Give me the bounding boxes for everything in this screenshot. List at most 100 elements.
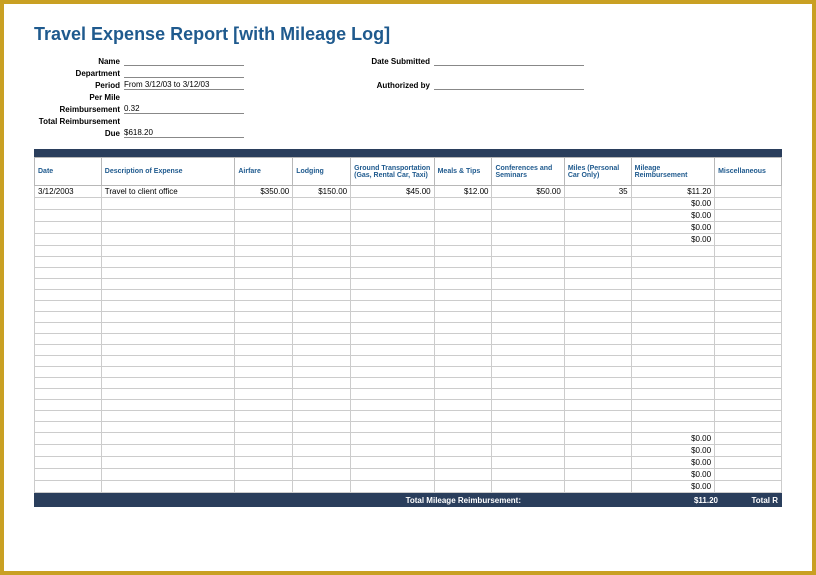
table-cell xyxy=(631,301,714,312)
table-cell xyxy=(35,389,102,400)
table-cell xyxy=(35,422,102,433)
table-cell xyxy=(101,345,235,356)
table-cell xyxy=(35,279,102,290)
table-cell xyxy=(492,422,564,433)
table-row xyxy=(35,411,782,422)
header-left: NameDepartmentPeriodFrom 3/12/03 to 3/12… xyxy=(34,55,244,139)
table-cell xyxy=(715,234,782,246)
table-cell xyxy=(631,345,714,356)
table-row: $0.00 xyxy=(35,433,782,445)
footer-total-label: Total R xyxy=(722,496,782,505)
table-cell xyxy=(235,481,293,493)
table-cell xyxy=(235,457,293,469)
table-cell: Travel to client office xyxy=(101,186,235,198)
header-value xyxy=(124,116,244,126)
table-cell: $350.00 xyxy=(235,186,293,198)
table-row xyxy=(35,367,782,378)
table-cell xyxy=(715,334,782,345)
table-cell xyxy=(293,481,351,493)
table-cell xyxy=(715,312,782,323)
column-header: Description of Expense xyxy=(101,158,235,186)
table-cell xyxy=(101,323,235,334)
table-cell xyxy=(351,378,434,389)
table-cell: $0.00 xyxy=(631,234,714,246)
table-cell xyxy=(715,268,782,279)
table-cell xyxy=(293,389,351,400)
table-cell xyxy=(101,411,235,422)
table-row: $0.00 xyxy=(35,457,782,469)
table-cell xyxy=(235,345,293,356)
table-row xyxy=(35,279,782,290)
table-cell xyxy=(492,433,564,445)
table-cell xyxy=(564,246,631,257)
table-row: $0.00 xyxy=(35,222,782,234)
table-cell xyxy=(35,469,102,481)
table-cell: $0.00 xyxy=(631,210,714,222)
table-cell xyxy=(293,411,351,422)
header-value xyxy=(124,92,244,102)
table-cell xyxy=(564,433,631,445)
table-row: 3/12/2003Travel to client office$350.00$… xyxy=(35,186,782,198)
table-cell xyxy=(35,400,102,411)
table-cell xyxy=(434,234,492,246)
table-cell xyxy=(631,323,714,334)
table-cell xyxy=(35,222,102,234)
table-cell xyxy=(564,290,631,301)
table-row xyxy=(35,345,782,356)
table-cell xyxy=(492,411,564,422)
table-cell xyxy=(564,457,631,469)
table-cell xyxy=(631,312,714,323)
table-cell xyxy=(715,356,782,367)
table-cell xyxy=(715,422,782,433)
header-field: Reimbursement0.32 xyxy=(34,103,244,115)
table-cell xyxy=(564,389,631,400)
table-cell xyxy=(235,312,293,323)
table-cell xyxy=(101,222,235,234)
table-cell xyxy=(715,323,782,334)
table-cell xyxy=(564,222,631,234)
table-cell xyxy=(293,334,351,345)
table-cell xyxy=(101,268,235,279)
table-cell xyxy=(293,457,351,469)
table-cell xyxy=(434,210,492,222)
table-row: $0.00 xyxy=(35,210,782,222)
table-cell xyxy=(101,378,235,389)
table-cell xyxy=(351,367,434,378)
column-header: Date xyxy=(35,158,102,186)
table-cell xyxy=(715,400,782,411)
table-cell xyxy=(35,345,102,356)
table-cell xyxy=(492,356,564,367)
table-row xyxy=(35,378,782,389)
column-header: Conferences and Seminars xyxy=(492,158,564,186)
table-cell xyxy=(434,422,492,433)
table-cell xyxy=(715,301,782,312)
table-cell xyxy=(351,301,434,312)
table-cell xyxy=(235,290,293,301)
table-cell xyxy=(492,445,564,457)
table-cell xyxy=(235,222,293,234)
table-cell xyxy=(293,301,351,312)
header-label: Due xyxy=(34,129,124,138)
table-cell xyxy=(715,378,782,389)
table-row xyxy=(35,356,782,367)
table-cell xyxy=(235,323,293,334)
table-cell xyxy=(235,422,293,433)
table-cell xyxy=(235,445,293,457)
table-cell xyxy=(564,334,631,345)
table-cell: $0.00 xyxy=(631,445,714,457)
header-value xyxy=(434,68,584,78)
table-cell xyxy=(351,257,434,268)
table-cell xyxy=(631,378,714,389)
table-cell xyxy=(564,234,631,246)
table-cell xyxy=(101,445,235,457)
table-cell xyxy=(564,323,631,334)
table-cell: $0.00 xyxy=(631,222,714,234)
table-cell xyxy=(631,367,714,378)
table-cell xyxy=(351,198,434,210)
table-cell xyxy=(35,433,102,445)
table-cell xyxy=(715,279,782,290)
table-row xyxy=(35,323,782,334)
table-cell xyxy=(235,433,293,445)
header-label: Name xyxy=(34,57,124,66)
header-field: Date Submitted xyxy=(344,55,584,67)
